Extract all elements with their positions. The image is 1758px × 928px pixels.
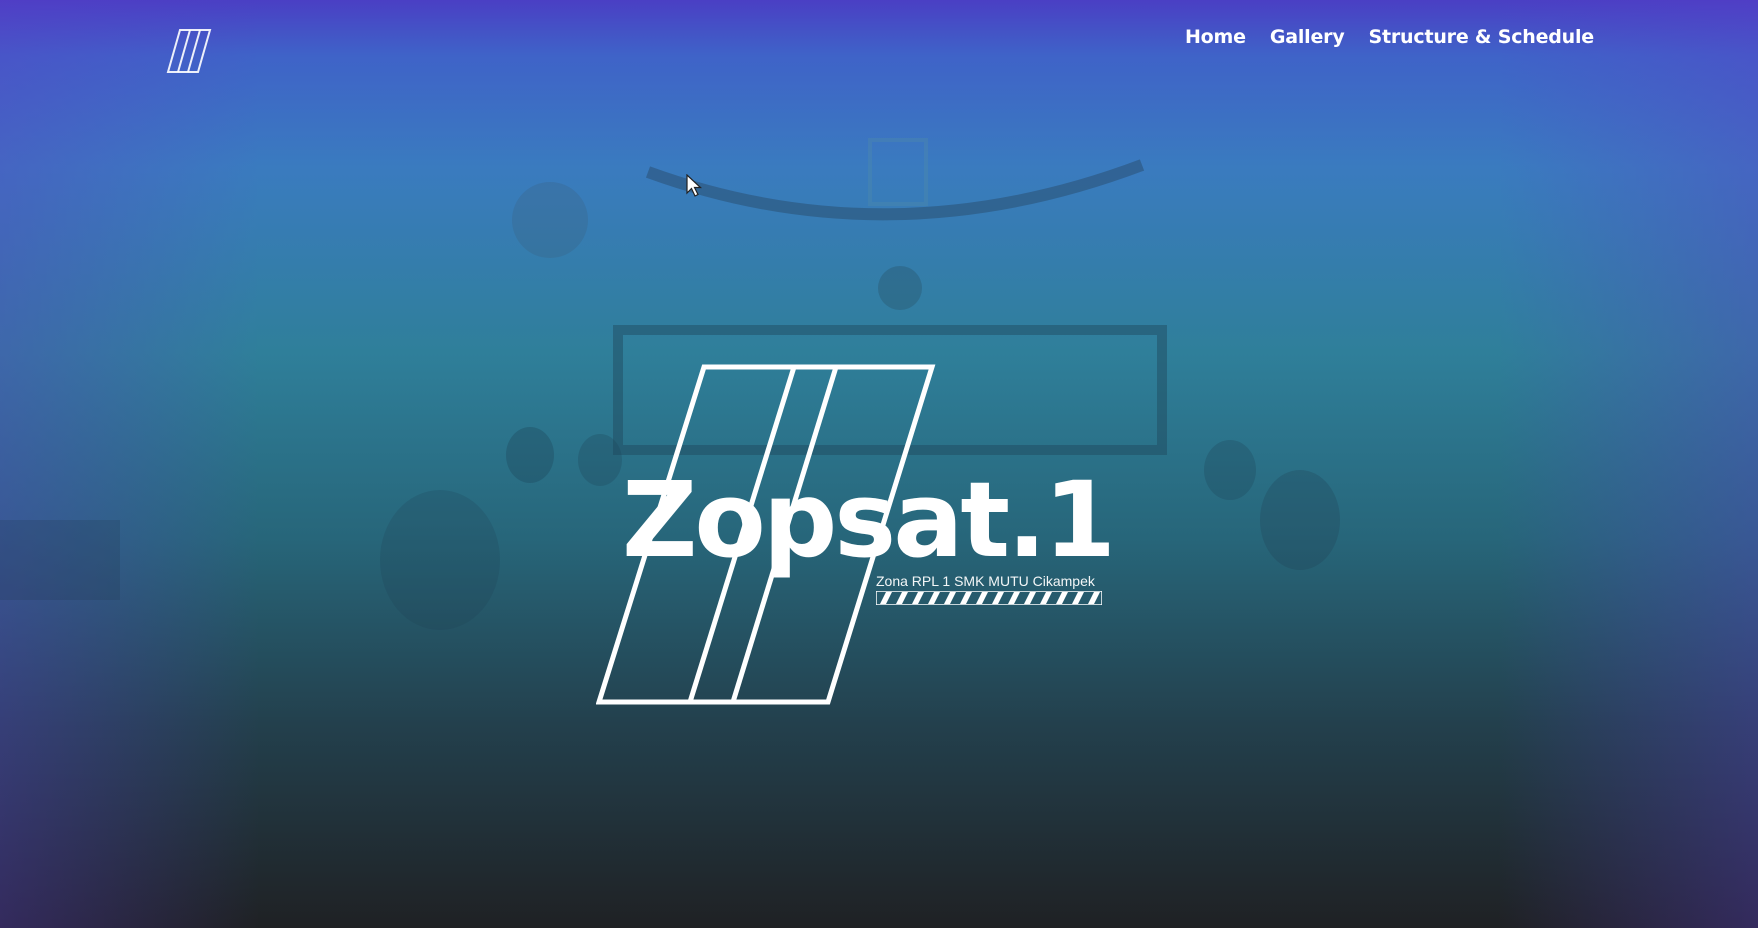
nav-home-link[interactable]: Home (1185, 26, 1246, 48)
main-nav: Home Gallery Structure & Schedule (1185, 26, 1594, 48)
left-glow (0, 0, 260, 928)
logo-subtitle: Zona RPL 1 SMK MUTU Cikampek (876, 573, 1095, 589)
nav-structure-schedule-link[interactable]: Structure & Schedule (1369, 26, 1595, 48)
brand-slash-logo-icon[interactable] (166, 28, 212, 74)
logo-stripe-bar (876, 591, 1102, 605)
mouse-pointer-icon (686, 174, 702, 197)
logo-title: Zopsat.1 (622, 459, 1116, 581)
top-navigation-bar: Home Gallery Structure & Schedule (0, 0, 1758, 80)
nav-gallery-link[interactable]: Gallery (1270, 26, 1345, 48)
right-glow (1498, 0, 1758, 928)
zopsat-logo: Zopsat.1 Zona RPL 1 SMK MUTU Cikampek (596, 364, 1116, 708)
hero-section: Home Gallery Structure & Schedule Zopsat… (0, 0, 1758, 928)
